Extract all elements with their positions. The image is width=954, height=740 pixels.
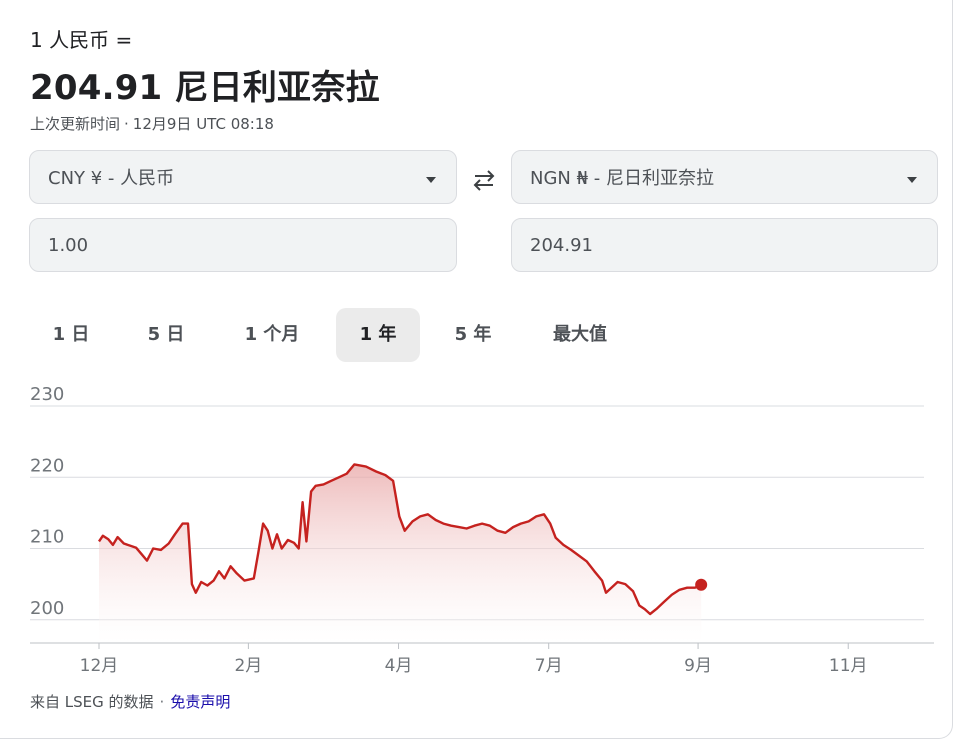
to-amount-value: 204.91 [530,234,593,256]
last-updated: 上次更新时间 · 12月9日 UTC 08:18 [30,115,274,133]
from-amount-value: 1.00 [48,234,89,256]
tab-5d[interactable]: 5 日 [124,308,208,362]
x-tick-label: 4月 [385,656,413,676]
tab-5y[interactable]: 5 年 [431,308,515,362]
tab-1y[interactable]: 1 年 [336,308,420,362]
x-tick-label: 9月 [684,656,712,676]
from-amount-input[interactable]: 1.00 [29,218,457,272]
chevron-down-icon [426,177,436,183]
y-tick-label: 230 [30,384,64,405]
swap-icon[interactable] [470,168,498,192]
to-currency-select[interactable]: NGN ₦ - 尼日利亚奈拉 [511,150,938,204]
tab-max[interactable]: 最大值 [527,308,633,362]
x-tick-label: 2月 [234,656,262,676]
source-label: 来自 LSEG 的数据 [30,693,154,711]
chart-svg: 200 210 220 230 12月 2月 4月 7月 9月 11月 [30,384,934,676]
y-tick-label: 220 [30,455,64,476]
equation-label: 1 人民币 = [30,28,133,52]
data-source: 来自 LSEG 的数据 · 免责声明 [30,693,231,711]
from-currency-select[interactable]: CNY ¥ - 人民币 [29,150,457,204]
y-tick-label: 210 [30,527,64,548]
to-currency-label: NGN ₦ - 尼日利亚奈拉 [530,168,714,189]
x-tick-label: 12月 [80,656,119,676]
last-updated-label: 上次更新时间 [30,115,121,133]
last-updated-time: 12月9日 UTC 08:18 [132,115,274,133]
chevron-down-icon [907,177,917,183]
conversion-result: 204.91 尼日利亚奈拉 [30,68,380,108]
from-currency-label: CNY ¥ - 人民币 [48,168,175,189]
exchange-rate-chart[interactable]: 200 210 220 230 12月 2月 4月 7月 9月 11月 [0,376,954,676]
to-amount-input[interactable]: 204.91 [511,218,938,272]
disclaimer-link[interactable]: 免责声明 [170,693,230,711]
tab-1d[interactable]: 1 日 [29,308,113,362]
tab-1m[interactable]: 1 个月 [219,308,325,362]
current-value-marker [695,578,708,591]
x-tick-label: 11月 [829,656,868,676]
x-tick-label: 7月 [535,656,563,676]
y-tick-label: 200 [30,598,64,619]
